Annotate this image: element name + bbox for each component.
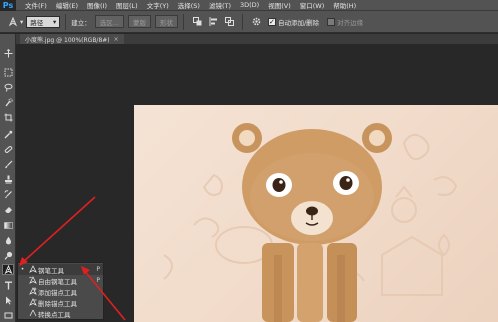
options-bar: ▾ 路径 ▾ 建立： 选区... 蒙版 形状 ✓ 自动添加/删除 对齐边缘 xyxy=(0,11,498,33)
flyout-item-label: 添加锚点工具 xyxy=(38,288,77,297)
flyout-item-label: 删除锚点工具 xyxy=(38,299,77,308)
flyout-item-pen-tool[interactable]: • 钢笔工具 P xyxy=(18,264,103,275)
flyout-item-delete-anchor-point-tool[interactable]: 删除锚点工具 xyxy=(18,297,103,308)
menu-bar: Ps 文件(F) 编辑(E) 图像(I) 图层(L) 文字(Y) 选择(S) 滤… xyxy=(0,0,498,11)
rectangle-tool-icon[interactable] xyxy=(2,310,14,321)
menu-3d[interactable]: 3D(D) xyxy=(240,1,259,9)
blur-tool-icon[interactable] xyxy=(2,235,14,246)
selected-bullet-icon: • xyxy=(20,266,25,273)
flyout-item-label: 钢笔工具 xyxy=(38,266,64,275)
pen-mode-value: 路径 xyxy=(30,18,44,27)
quick-selection-tool-icon[interactable] xyxy=(2,97,14,108)
menu-edit[interactable]: 编辑(E) xyxy=(56,0,78,10)
options-divider xyxy=(182,13,184,30)
flyout-item-label: 转换点工具 xyxy=(38,310,71,319)
eyedropper-tool-icon[interactable] xyxy=(2,129,14,140)
brush-tool-icon[interactable] xyxy=(2,159,14,170)
eraser-tool-icon[interactable] xyxy=(2,204,14,215)
options-divider xyxy=(241,13,243,30)
document-tab-title: 小度熊.jpg @ 100%(RGB/8#) xyxy=(25,36,110,44)
chevron-down-icon: ▾ xyxy=(53,17,57,26)
flyout-item-add-anchor-point-tool[interactable]: 添加锚点工具 xyxy=(18,286,103,297)
auto-add-delete-checkbox[interactable]: ✓ xyxy=(267,17,276,26)
healing-brush-tool-icon[interactable] xyxy=(2,144,14,155)
menu-image[interactable]: 图像(I) xyxy=(87,0,107,10)
menu-select[interactable]: 选择(S) xyxy=(178,0,200,10)
convert-point-icon xyxy=(27,309,38,319)
add-anchor-point-icon xyxy=(27,286,38,297)
path-selection-tool-icon[interactable] xyxy=(2,295,14,306)
photoshop-logo: Ps xyxy=(0,0,16,11)
history-brush-tool-icon[interactable] xyxy=(2,189,14,200)
tools-panel xyxy=(0,34,16,322)
pen-icon xyxy=(27,264,38,275)
menu-file[interactable]: 文件(F) xyxy=(25,0,47,10)
align-edges-label: 对齐边缘 xyxy=(337,18,364,27)
delete-anchor-point-icon xyxy=(27,297,38,308)
menu-view[interactable]: 视图(V) xyxy=(268,0,291,10)
pen-mode-select[interactable]: 路径 ▾ xyxy=(26,15,61,28)
pen-tool-flyout-menu: • 钢笔工具 P 自由钢笔工具 P 添加锚点工具 删除锚点工具 转换点工具 xyxy=(17,262,104,320)
marquee-tool-icon[interactable] xyxy=(2,67,14,78)
pen-tool-preset-icon[interactable] xyxy=(6,15,20,29)
lasso-tool-icon[interactable] xyxy=(2,82,14,93)
build-label: 建立： xyxy=(71,18,91,27)
make-mask-button[interactable]: 蒙版 xyxy=(127,15,151,28)
freeform-pen-icon xyxy=(27,275,38,286)
path-arrangement-icon[interactable] xyxy=(223,15,237,29)
clone-stamp-tool-icon[interactable] xyxy=(2,174,14,185)
menu-type[interactable]: 文字(Y) xyxy=(147,0,169,10)
move-tool-icon[interactable] xyxy=(2,48,14,59)
make-selection-button[interactable]: 选区... xyxy=(94,15,124,28)
document-tab-bar: 小度熊.jpg @ 100%(RGB/8#) × xyxy=(16,34,498,44)
document-image[interactable] xyxy=(134,105,498,322)
type-tool-icon[interactable] xyxy=(2,280,14,291)
make-shape-button[interactable]: 形状 xyxy=(154,15,178,28)
menu-filter[interactable]: 滤镜(T) xyxy=(209,0,231,10)
options-divider xyxy=(65,13,67,30)
document-tab[interactable]: 小度熊.jpg @ 100%(RGB/8#) × xyxy=(20,34,124,44)
crop-tool-icon[interactable] xyxy=(2,112,14,123)
flyout-item-freeform-pen-tool[interactable]: 自由钢笔工具 P xyxy=(18,275,103,286)
gradient-tool-icon[interactable] xyxy=(2,220,14,231)
align-edges-checkbox[interactable] xyxy=(327,17,336,26)
flyout-item-shortcut: P xyxy=(96,277,100,284)
menu-layer[interactable]: 图层(L) xyxy=(116,0,138,10)
pen-tool-icon[interactable] xyxy=(2,264,14,275)
flyout-item-convert-point-tool[interactable]: 转换点工具 xyxy=(18,308,103,319)
path-operations-icon[interactable] xyxy=(191,15,205,29)
auto-add-delete-label: 自动添加/删除 xyxy=(277,18,320,27)
tool-preset-dropdown-arrow[interactable]: ▾ xyxy=(20,18,23,26)
gear-icon[interactable] xyxy=(250,15,264,29)
flyout-item-label: 自由钢笔工具 xyxy=(38,277,77,286)
flyout-item-shortcut: P xyxy=(96,266,100,273)
menu-window[interactable]: 窗口(W) xyxy=(300,0,325,10)
path-alignment-icon[interactable] xyxy=(207,15,221,29)
menu-help[interactable]: 帮助(H) xyxy=(333,0,356,10)
close-icon[interactable]: × xyxy=(114,36,119,43)
dodge-tool-icon[interactable] xyxy=(2,250,14,261)
